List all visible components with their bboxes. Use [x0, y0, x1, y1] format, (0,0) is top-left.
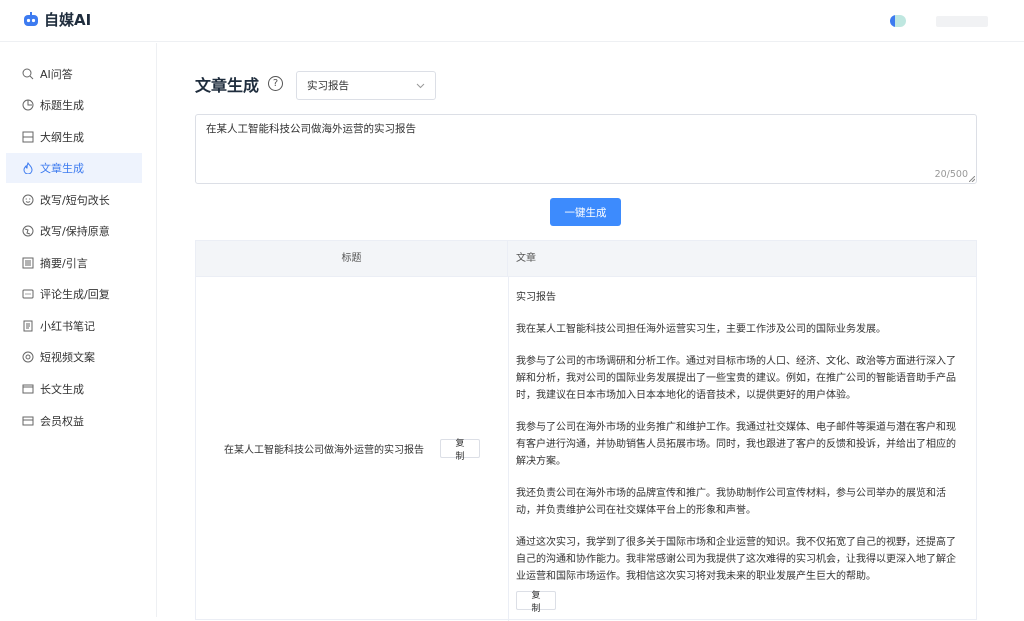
- avatar[interactable]: [890, 15, 906, 27]
- main-content: 文章生成 ? 实习报告 在某人工智能科技公司做海外运营的实习报告 20/500 …: [157, 43, 1024, 621]
- article-body: 实习报告 我在某人工智能科技公司担任海外运营实习生，主要工作涉及公司的国际业务发…: [516, 289, 956, 600]
- list-icon: [22, 257, 34, 269]
- char-counter: 20/500: [934, 169, 968, 180]
- sidebar-item-summary[interactable]: 摘要/引言: [6, 248, 142, 278]
- topic-input[interactable]: 在某人工智能科技公司做海外运营的实习报告 20/500: [195, 114, 977, 184]
- article-type-select[interactable]: 实习报告: [296, 71, 436, 100]
- user-name-placeholder[interactable]: [936, 15, 988, 27]
- flame-icon: [22, 162, 34, 174]
- note-icon: [22, 320, 34, 332]
- robot-logo-icon: [24, 11, 38, 26]
- outline-icon: [22, 131, 34, 143]
- sidebar-item-label: AI问答: [40, 68, 73, 81]
- sidebar-item-short-video[interactable]: 短视频文案: [6, 342, 142, 372]
- clock-icon: [22, 99, 34, 111]
- sidebar-item-label: 摘要/引言: [40, 257, 88, 270]
- table-header: 标题 文章: [196, 241, 976, 277]
- sidebar-item-label: 文章生成: [40, 162, 84, 175]
- video-icon: [22, 351, 34, 363]
- sidebar-item-rewrite-expand[interactable]: 改写/短句改长: [6, 185, 142, 215]
- globe-icon: [22, 225, 34, 237]
- resize-handle-icon[interactable]: [969, 176, 975, 182]
- sidebar-item-label: 改写/保持原意: [40, 225, 110, 238]
- copy-title-button[interactable]: 复制: [440, 438, 480, 461]
- sidebar-item-label: 改写/短句改长: [40, 194, 110, 207]
- column-header-title: 标题: [196, 241, 508, 277]
- help-icon[interactable]: ?: [268, 76, 283, 91]
- sidebar-item-membership[interactable]: 会员权益: [6, 406, 142, 436]
- user-area[interactable]: [890, 15, 988, 27]
- article-paragraph: 我还负责公司在海外市场的品牌宣传和推广。我协助制作公司宣传材料，参与公司举办的展…: [516, 488, 946, 516]
- page-title: 文章生成: [195, 76, 260, 95]
- generate-button[interactable]: 一键生成: [550, 198, 621, 226]
- logo[interactable]: 自媒AI: [22, 9, 91, 30]
- sidebar-item-ai-qa[interactable]: AI问答: [6, 59, 142, 89]
- copy-article-button[interactable]: 复制: [516, 590, 556, 613]
- column-divider: [508, 277, 509, 621]
- sidebar-item-label: 小红书笔记: [40, 320, 95, 333]
- sidebar-item-label: 会员权益: [40, 415, 84, 428]
- sidebar-item-xiaohongshu[interactable]: 小红书笔记: [6, 311, 142, 341]
- logo-text: 自媒AI: [44, 11, 92, 29]
- comment-icon: [22, 288, 34, 300]
- card-icon: [22, 415, 34, 427]
- article-paragraph: 通过这次实习，我学到了很多关于国际市场和企业运营的知识。我不仅拓宽了自己的视野，…: [516, 537, 956, 582]
- sidebar-item-label: 短视频文案: [40, 351, 95, 364]
- top-bar: 自媒AI: [0, 0, 1024, 42]
- article-paragraph: 实习报告: [516, 292, 556, 303]
- sidebar-item-label: 标题生成: [40, 99, 84, 112]
- column-header-article: 文章: [516, 253, 536, 264]
- sidebar-item-label: 评论生成/回复: [40, 288, 110, 301]
- sidebar: AI问答 标题生成 大纲生成 文章生成 改写/短句改长 改写/保持原意 摘要/引…: [0, 43, 157, 617]
- select-value: 实习报告: [307, 80, 349, 92]
- sidebar-item-article-gen[interactable]: 文章生成: [6, 153, 142, 183]
- row-title: 在某人工智能科技公司做海外运营的实习报告: [224, 445, 424, 456]
- sidebar-item-comment[interactable]: 评论生成/回复: [6, 279, 142, 309]
- smile-icon: [22, 194, 34, 206]
- topic-input-value: 在某人工智能科技公司做海外运营的实习报告: [206, 123, 416, 135]
- sidebar-item-outline-gen[interactable]: 大纲生成: [6, 122, 142, 152]
- sidebar-item-long-article[interactable]: 长文生成: [6, 374, 142, 404]
- sidebar-item-label: 长文生成: [40, 383, 84, 396]
- article-paragraph: 我参与了公司在海外市场的业务推广和维护工作。我通过社交媒体、电子邮件等渠道与潜在…: [516, 422, 956, 467]
- result-table: 标题 文章 在某人工智能科技公司做海外运营的实习报告 复制 实习报告 我在某人工…: [195, 240, 977, 621]
- search-icon: [22, 68, 34, 80]
- chevron-down-icon: [416, 83, 425, 89]
- sidebar-item-title-gen[interactable]: 标题生成: [6, 90, 142, 120]
- sidebar-item-label: 大纲生成: [40, 131, 84, 144]
- article-paragraph: 我参与了公司的市场调研和分析工作。通过对目标市场的人口、经济、文化、政治等方面进…: [516, 356, 956, 401]
- window-icon: [22, 383, 34, 395]
- article-paragraph: 我在某人工智能科技公司担任海外运营实习生，主要工作涉及公司的国际业务发展。: [516, 324, 886, 335]
- sidebar-item-rewrite-keep[interactable]: 改写/保持原意: [6, 216, 142, 246]
